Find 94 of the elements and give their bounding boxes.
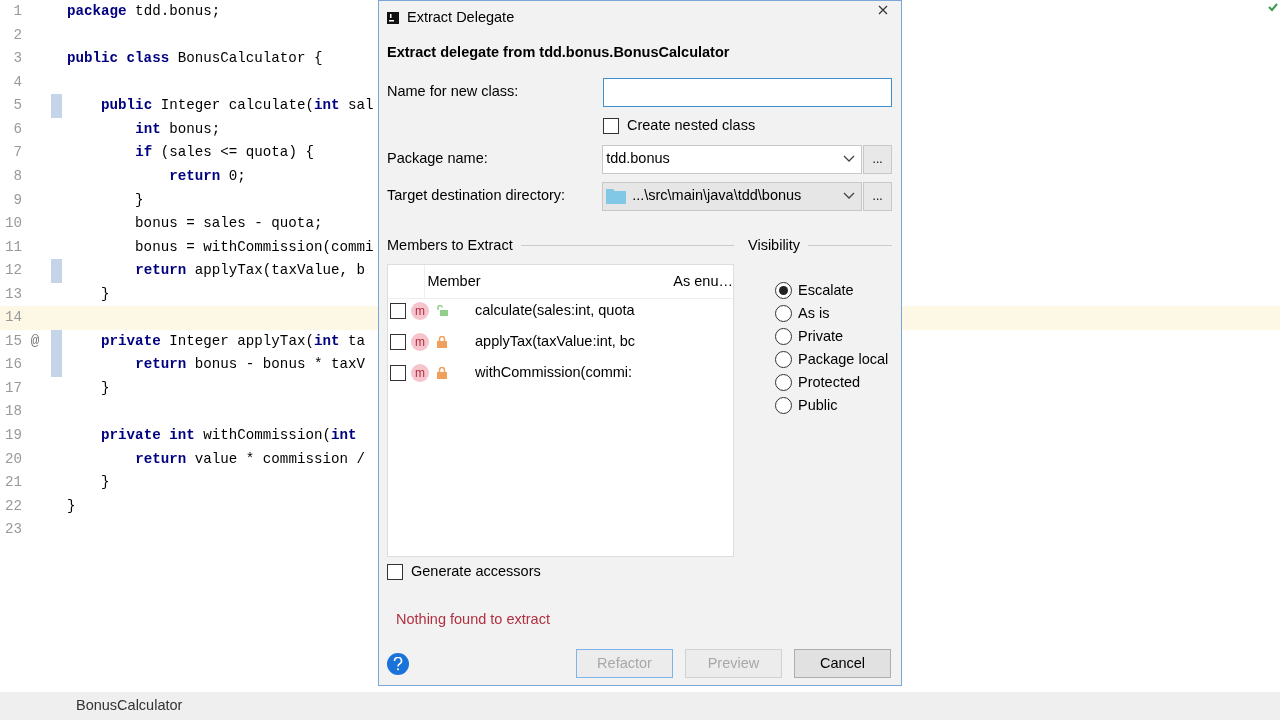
code-line: } <box>134 190 144 210</box>
dialog-heading: Extract delegate from tdd.bonus.BonusCalculator <box>387 43 731 62</box>
directory-dropdown[interactable]: ...\src\main\java\tdd\bonus <box>602 181 863 211</box>
member-name[interactable]: withCommission(commi: <box>475 361 633 384</box>
line-number: 23 <box>3 520 22 540</box>
radio-label: Package local <box>798 349 889 369</box>
field-label: Target destination directory: <box>387 186 567 206</box>
radio-label: Private <box>798 326 844 346</box>
change-marker <box>51 329 62 354</box>
line-number: 5 <box>12 96 22 116</box>
package-dropdown[interactable]: tdd.bonus <box>602 144 863 174</box>
browse-button[interactable]: ... <box>863 181 892 211</box>
line-number: 12 <box>3 261 22 281</box>
code-line: } <box>100 378 110 398</box>
radio-button[interactable] <box>775 374 792 392</box>
line-number: 22 <box>3 496 22 516</box>
line-number: 4 <box>12 72 22 92</box>
line-number: 18 <box>3 402 22 422</box>
line-number: 2 <box>12 25 22 45</box>
gutter-mark: @ <box>29 331 41 351</box>
line-number: 19 <box>3 425 22 445</box>
line-number: 6 <box>12 119 22 139</box>
radio-label: As is <box>798 303 830 323</box>
radio-button[interactable] <box>775 328 792 346</box>
code-line: bonus = withCommission(commi <box>134 237 374 257</box>
section-title: Members to Extract <box>387 235 513 255</box>
code-line: public class BonusCalculator { <box>67 49 323 69</box>
checkbox-label: Create nested class <box>627 115 756 135</box>
line-number: 20 <box>3 449 22 469</box>
checkbox[interactable] <box>390 333 406 350</box>
code-line: int bonus; <box>134 119 221 139</box>
radio-label: Escalate <box>798 280 854 300</box>
checkbox-label: Generate accessors <box>411 562 541 582</box>
line-number: 7 <box>12 143 22 163</box>
radio-button[interactable] <box>775 351 792 369</box>
code-line: } <box>100 473 110 493</box>
dialog-button[interactable]: Cancel <box>794 649 891 678</box>
radio-button[interactable] <box>775 282 792 300</box>
close-button[interactable] <box>878 4 888 15</box>
radio-label: Public <box>798 395 838 415</box>
code-line: bonus = sales - quota; <box>134 214 323 234</box>
code-line: if (sales <= quota) { <box>134 143 314 163</box>
error-message: Nothing found to extract <box>396 610 551 629</box>
browse-button[interactable]: ... <box>863 144 892 174</box>
change-marker <box>51 353 62 377</box>
code-line: return 0; <box>168 166 246 186</box>
change-marker <box>51 94 62 118</box>
code-line: return value * commission / <box>134 449 365 469</box>
help-button[interactable] <box>387 652 409 675</box>
code-line: } <box>67 496 76 516</box>
line-number: 3 <box>12 49 22 69</box>
method-icon: m <box>411 301 429 320</box>
member-name[interactable]: calculate(sales:int, quota <box>475 299 635 322</box>
line-number: 15 <box>3 331 22 351</box>
checkbox[interactable] <box>390 364 406 381</box>
line-number: 11 <box>3 237 22 257</box>
radio-label: Protected <box>798 372 861 392</box>
method-icon: m <box>411 332 429 351</box>
line-number: 9 <box>12 190 22 210</box>
class-name-field[interactable] <box>603 77 892 107</box>
line-number: 17 <box>3 378 22 398</box>
line-number: 13 <box>3 284 22 304</box>
radio-button[interactable] <box>775 397 792 415</box>
column-header[interactable]: Member <box>425 270 670 293</box>
line-number: 14 <box>3 308 22 328</box>
line-number: 16 <box>3 355 22 375</box>
dialog-title: Extract Delegate <box>407 7 515 27</box>
member-name[interactable]: applyTax(taxValue:int, bc <box>475 330 636 353</box>
code-line: private Integer applyTax(int ta <box>100 331 365 351</box>
code-line: } <box>100 284 110 304</box>
code-line: private int withCommission(int <box>100 425 357 445</box>
code-line: package tdd.bonus; <box>67 2 221 22</box>
line-number: 1 <box>12 2 22 22</box>
column-header[interactable]: As enu… <box>669 270 733 293</box>
code-line: return bonus - bonus * taxV <box>134 355 365 375</box>
change-marker <box>51 259 62 283</box>
question-mark-icon <box>393 656 403 671</box>
check-icon <box>1268 2 1278 12</box>
line-number: 10 <box>3 214 22 234</box>
status-file-name: BonusCalculator <box>76 696 183 716</box>
checkbox[interactable] <box>390 302 406 319</box>
app-icon <box>387 11 399 24</box>
code-line: return applyTax(taxValue, b <box>134 261 365 281</box>
line-number: 8 <box>12 166 22 186</box>
field-label: Package name: <box>387 149 489 169</box>
field-label: Name for new class: <box>387 82 520 102</box>
code-line: public Integer calculate(int sal <box>100 96 374 116</box>
checkbox[interactable] <box>603 117 619 134</box>
line-number: 21 <box>3 473 22 493</box>
folder-icon <box>606 188 627 204</box>
checkbox[interactable] <box>387 564 403 581</box>
method-icon: m <box>411 363 429 382</box>
radio-button[interactable] <box>775 305 792 323</box>
section-title: Visibility <box>748 235 801 255</box>
